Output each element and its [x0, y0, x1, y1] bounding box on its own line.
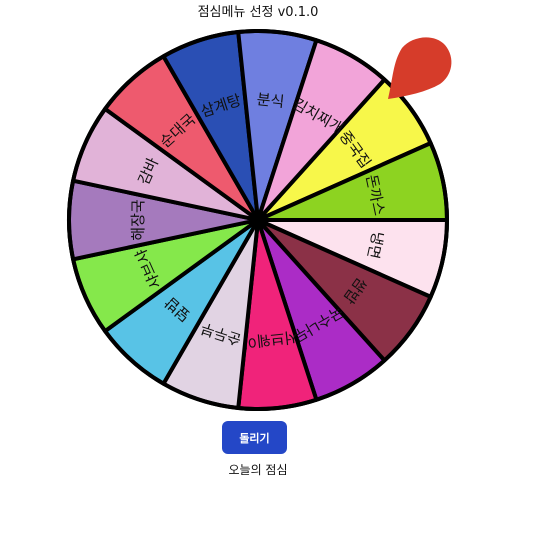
pointer-marker — [388, 37, 452, 99]
spin-button[interactable]: 돌리기 — [222, 421, 287, 454]
wheel-hub — [253, 215, 263, 225]
app-root: 점심메뉴 선정 v0.1.0 중국집 돈까스 냉면 쌈밥 국수나무 서브웨이 순두부 덮밥 샤브… — [0, 0, 539, 553]
roulette-area: 중국집 돈까스 냉면 쌈밥 국수나무 서브웨이 순두부 덮밥 샤브샤 해장국 감바 순대국 삼계탕 분식 김… — [0, 0, 539, 420]
roulette-wheel[interactable]: 중국집돈까스냉면쌈밥국수나무서브웨이순두부덮밥샤브샤해장국감바순대국삼계탕 분식 김… — [0, 0, 539, 420]
result-label: 오늘의 점심 — [228, 463, 288, 477]
wheel-segment-label: 해장국 — [129, 199, 147, 241]
wheel-segment-label: 분식 — [256, 90, 285, 111]
